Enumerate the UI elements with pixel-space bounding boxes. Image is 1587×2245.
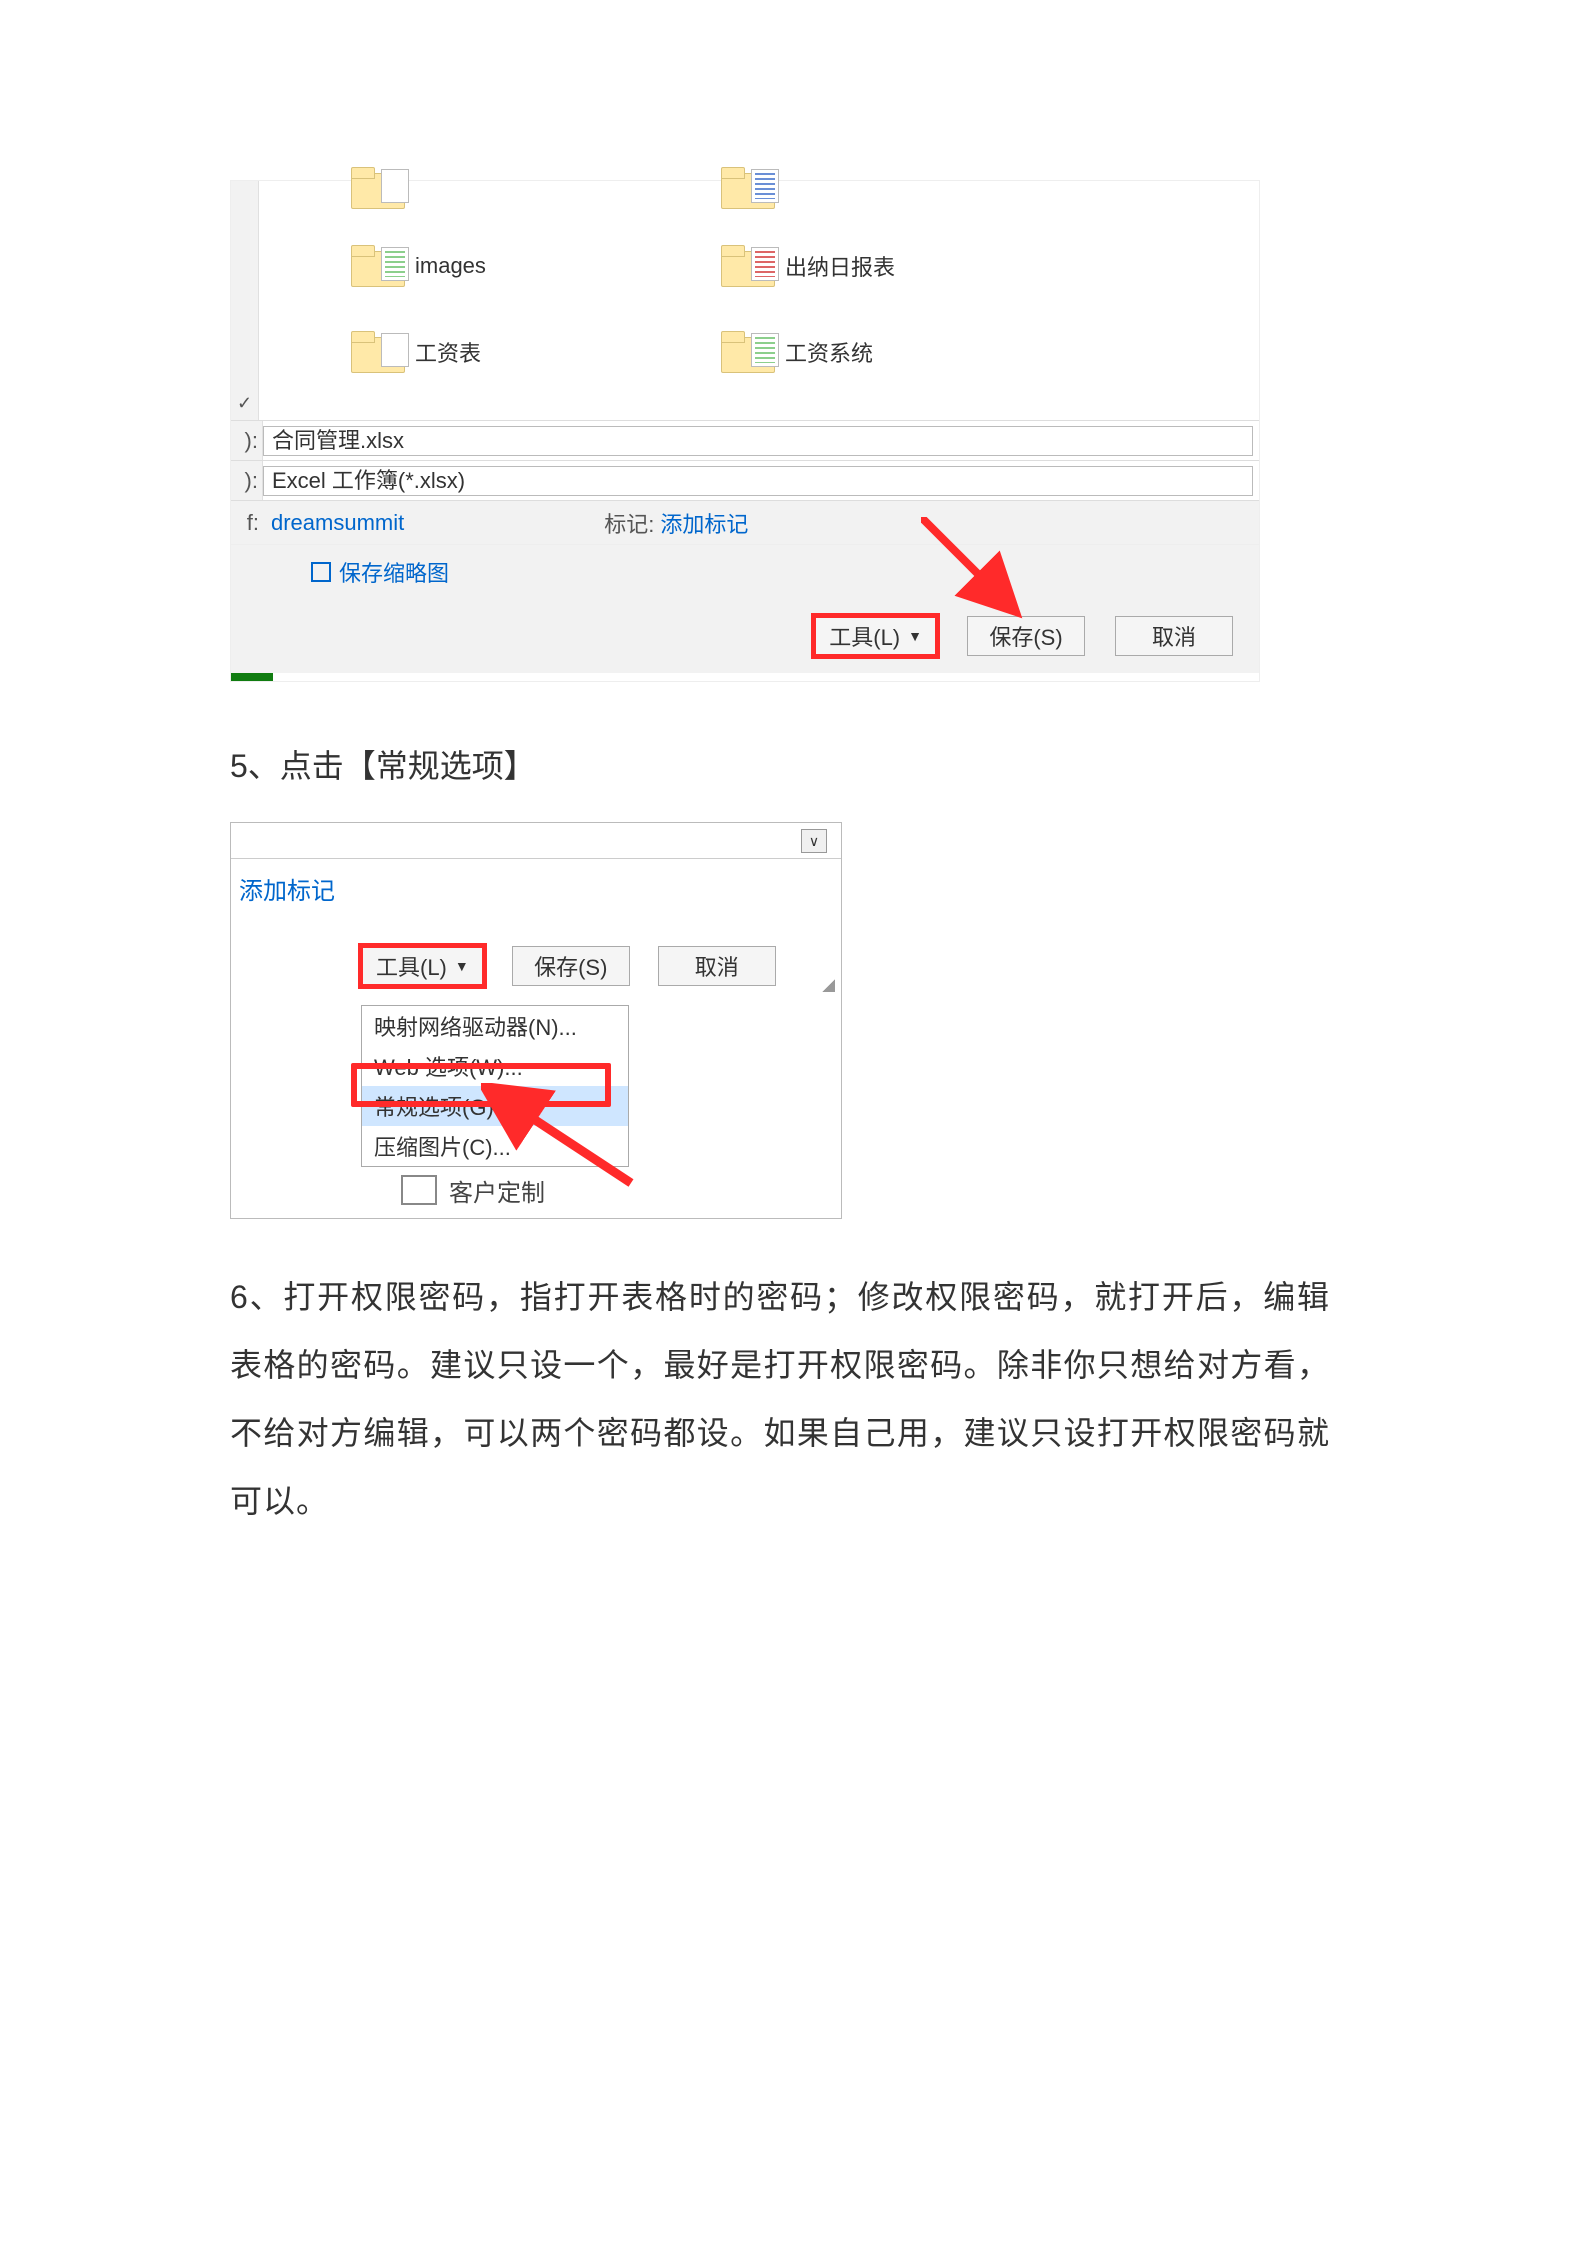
menu-item-map-network-drive[interactable]: 映射网络驱动器(N)... — [362, 1006, 628, 1046]
folder-icon — [351, 167, 403, 209]
tools-dropdown-menu: 映射网络驱动器(N)... Web 选项(W)... 常规选项(G)... 压缩… — [361, 1005, 629, 1167]
folder-icon — [351, 245, 403, 287]
tools-menu-screenshot: ∨ 添加标记 工具(L) ▼ 保存(S) 取消 映射网络驱动器(N)... We… — [230, 822, 842, 1219]
folder-label: 出纳日报表 — [785, 250, 895, 282]
chevron-down-icon: ▼ — [908, 628, 922, 644]
save-button[interactable]: 保存(S) — [967, 616, 1085, 656]
filetype-select[interactable]: Excel 工作簿(*.xlsx) — [263, 466, 1253, 496]
folder-label: 工资系统 — [785, 336, 873, 368]
file-browser-area: ✓ images 出纳日报表 工资表 — [231, 181, 1259, 421]
folder-label: images — [415, 253, 486, 279]
menu-item-compress-pictures[interactable]: 压缩图片(C)... — [362, 1126, 628, 1166]
filetype-row: ): Excel 工作簿(*.xlsx) — [231, 461, 1259, 501]
save-as-dialog-fragment: ✓ images 出纳日报表 工资表 — [230, 180, 1260, 682]
sidebar-stub: ✓ — [231, 181, 259, 420]
tools-button-label: 工具(L) — [829, 620, 900, 652]
status-bar-stub — [231, 673, 273, 681]
menu-item-general-options[interactable]: 常规选项(G)... — [362, 1086, 628, 1126]
thumbnail-label: 保存缩略图 — [339, 556, 449, 588]
cancel-button[interactable]: 取消 — [1115, 616, 1233, 656]
author-link[interactable]: dreamsummit — [271, 510, 404, 536]
folder-icon — [721, 331, 773, 373]
add-tag-link[interactable]: 添加标记 — [231, 859, 841, 946]
save-button[interactable]: 保存(S) — [512, 946, 630, 986]
folder-images[interactable]: images — [351, 245, 486, 287]
tools-button[interactable]: 工具(L) ▼ — [814, 616, 937, 656]
folder-gongzibiao[interactable]: 工资表 — [351, 331, 481, 373]
list-item: 客户定制 — [401, 1174, 841, 1206]
tools-button[interactable]: 工具(L) ▼ — [361, 946, 484, 986]
thumbnail-row: 保存缩略图 — [231, 545, 1259, 599]
folder-label: 工资表 — [415, 336, 481, 368]
folder-item[interactable] — [351, 167, 403, 209]
dialog-button-row: 工具(L) ▼ 保存(S) 取消 — [231, 946, 841, 986]
add-tag-link[interactable]: 添加标记 — [660, 507, 748, 539]
folder-icon — [721, 245, 773, 287]
step6-paragraph: 6、打开权限密码，指打开表格时的密码；修改权限密码，就打开后，编辑表格的密码。建… — [230, 1263, 1330, 1535]
filename-row: ): 合同管理.xlsx — [231, 421, 1259, 461]
cancel-button[interactable]: 取消 — [658, 946, 776, 986]
folder-icon — [721, 167, 773, 209]
field-prefix: ): — [231, 421, 263, 460]
combo-strip: ∨ — [231, 823, 841, 859]
tag-label: 标记: — [604, 507, 654, 539]
folder-icon — [351, 331, 403, 373]
step5-caption: 5、点击【常规选项】 — [230, 734, 1330, 798]
chevron-down-icon[interactable]: ∨ — [801, 829, 827, 853]
field-prefix: f: — [231, 510, 263, 536]
folder-churiribao[interactable]: 出纳日报表 — [721, 245, 895, 287]
chevron-down-icon: ▼ — [455, 958, 469, 974]
resize-grip-icon — [819, 976, 835, 992]
save-button-label: 保存(S) — [534, 950, 607, 982]
field-prefix: ): — [231, 461, 263, 500]
folder-item[interactable] — [721, 167, 773, 209]
folder-gongzixitong[interactable]: 工资系统 — [721, 331, 873, 373]
folder-outline-icon — [401, 1175, 437, 1205]
cancel-button-label: 取消 — [1152, 620, 1196, 652]
dialog-button-row: 工具(L) ▼ 保存(S) 取消 — [231, 599, 1259, 673]
author-tag-row: f: dreamsummit 标记: 添加标记 — [231, 501, 1259, 545]
menu-item-web-options[interactable]: Web 选项(W)... — [362, 1046, 628, 1086]
cancel-button-label: 取消 — [695, 950, 739, 982]
save-button-label: 保存(S) — [989, 620, 1062, 652]
thumbnail-checkbox[interactable] — [311, 562, 331, 582]
list-item-label: 客户定制 — [449, 1174, 545, 1206]
tools-button-label: 工具(L) — [376, 950, 447, 982]
sidebar-check-icon: ✓ — [237, 393, 252, 414]
filename-input[interactable]: 合同管理.xlsx — [263, 426, 1253, 456]
